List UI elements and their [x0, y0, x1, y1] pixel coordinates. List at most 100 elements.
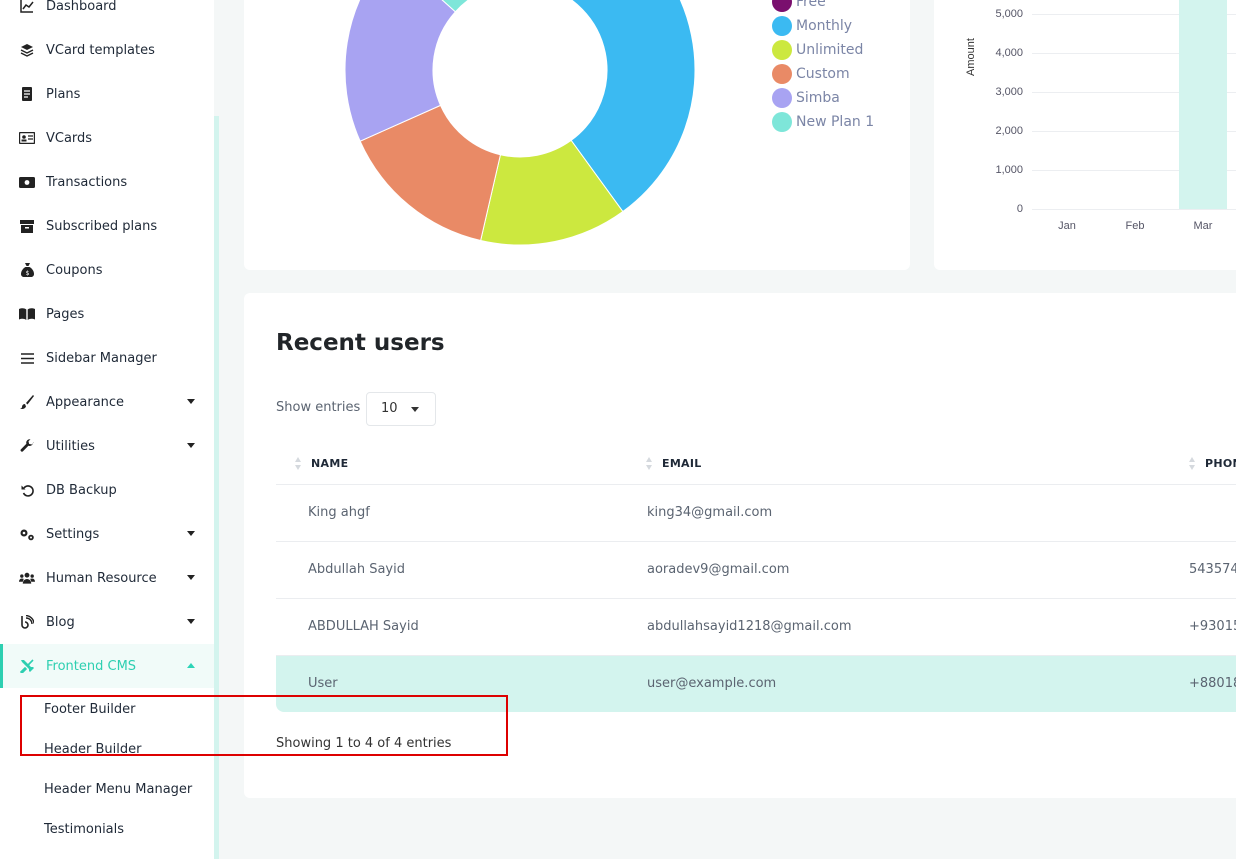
y-tick-label: 0 — [1016, 203, 1023, 215]
tools-icon — [19, 658, 35, 674]
user-phone: 543574 — [1189, 562, 1236, 577]
column-header-email[interactable]: EMAIL — [662, 457, 702, 470]
y-tick-label: 5,000 — [995, 8, 1023, 20]
user-email: abdullahsayid1218@gmail.com — [647, 619, 852, 634]
sidebar-item-appearance[interactable]: Appearance — [0, 380, 214, 424]
table-row[interactable]: King ahgf king34@gmail.com — [276, 484, 1236, 541]
sidebar-item-vcard-templates[interactable]: VCard templates — [0, 28, 214, 72]
sort-icon[interactable] — [1189, 456, 1197, 472]
sidebar-item-label: DB Backup — [46, 482, 117, 498]
chevron-down-icon — [187, 575, 195, 580]
sidebar-item-label: Frontend CMS — [46, 658, 137, 674]
document-icon — [19, 86, 35, 102]
plans-donut-chart — [344, 0, 696, 246]
user-email: king34@gmail.com — [647, 505, 773, 520]
sidebar-item-subscribed-plans[interactable]: Subscribed plans — [0, 204, 214, 248]
legend-dot — [772, 40, 792, 60]
highlight-annotation-box — [20, 695, 508, 756]
sidebar-item-transactions[interactable]: Transactions — [0, 160, 214, 204]
legend-label: Custom — [796, 66, 850, 82]
legend-item-free[interactable]: Free — [772, 0, 826, 12]
users-icon — [19, 570, 35, 586]
chevron-down-icon — [187, 443, 195, 448]
paint-brush-icon — [19, 394, 35, 410]
sidebar-item-label: VCard templates — [46, 42, 155, 58]
sidebar-item-label: Human Resource — [46, 570, 157, 586]
wrench-icon — [19, 438, 35, 454]
sidebar-item-utilities[interactable]: Utilities — [0, 424, 214, 468]
archive-box-icon — [19, 218, 35, 234]
legend-label: Free — [796, 0, 826, 10]
user-name: User — [308, 676, 338, 691]
show-entries-label: Show entries — [276, 400, 361, 415]
user-name: Abdullah Sayid — [308, 562, 405, 577]
legend-label: Monthly — [796, 18, 853, 34]
sidebar-item-label: Plans — [46, 86, 81, 102]
sidebar-item-plans[interactable]: Plans — [0, 72, 214, 116]
legend-item-custom[interactable]: Custom — [772, 64, 850, 84]
sidebar-item-label: Transactions — [46, 174, 128, 190]
sidebar-item-frontend-cms[interactable]: Frontend CMS — [0, 644, 214, 688]
legend-dot — [772, 112, 792, 132]
blog-icon — [19, 614, 35, 630]
sidebar-subitem-header-menu-manager[interactable]: Header Menu Manager — [44, 782, 192, 797]
sidebar-item-dashboard[interactable]: Dashboard — [0, 0, 214, 28]
bar-y-axis-label: Amount — [965, 38, 977, 76]
money-bill-icon — [19, 174, 35, 190]
sidebar-item-vcards[interactable]: VCards — [0, 116, 214, 160]
user-phone: +930158 — [1189, 619, 1236, 634]
chart-line-icon — [19, 0, 35, 14]
sort-icon[interactable] — [295, 456, 303, 472]
sort-icon[interactable] — [646, 456, 654, 472]
chevron-down-icon — [187, 619, 195, 624]
legend-item-unlimited[interactable]: Unlimited — [772, 40, 863, 60]
sidebar-item-db-backup[interactable]: DB Backup — [0, 468, 214, 512]
column-header-phone[interactable]: PHONE — [1205, 457, 1236, 470]
recent-users-title: Recent users — [276, 330, 445, 356]
y-tick-label: 2,000 — [995, 125, 1023, 137]
chevron-down-icon — [187, 399, 195, 404]
user-email: aoradev9@gmail.com — [647, 562, 790, 577]
sidebar-item-human-resource[interactable]: Human Resource — [0, 556, 214, 600]
x-tick-label: Mar — [1193, 220, 1213, 232]
sidebar-item-label: Subscribed plans — [46, 218, 158, 234]
sidebar-item-pages[interactable]: Pages — [0, 292, 214, 336]
list-bars-icon — [19, 350, 35, 366]
sidebar-item-label: Blog — [46, 614, 75, 630]
legend-item-new-plan-1[interactable]: New Plan 1 — [772, 112, 874, 132]
sidebar-item-coupons[interactable]: $ Coupons — [0, 248, 214, 292]
sidebar-item-label: VCards — [46, 130, 93, 146]
bar-mar[interactable] — [1179, 0, 1227, 209]
sidebar-item-label: Pages — [46, 306, 85, 322]
legend-label: New Plan 1 — [796, 114, 875, 130]
sidebar-item-label: Sidebar Manager — [46, 350, 157, 366]
x-tick-label: Jan — [1058, 220, 1076, 232]
sidebar-item-sidebar-manager[interactable]: Sidebar Manager — [0, 336, 214, 380]
layers-icon — [19, 42, 35, 58]
column-header-name[interactable]: NAME — [311, 457, 348, 470]
x-tick-label: Feb — [1125, 220, 1145, 232]
legend-dot — [772, 0, 792, 12]
undo-icon — [19, 482, 35, 498]
sidebar-item-settings[interactable]: Settings — [0, 512, 214, 556]
table-row[interactable]: Abdullah Sayid aoradev9@gmail.com 543574 — [276, 541, 1236, 598]
grid-line — [1032, 209, 1236, 210]
y-tick-label: 4,000 — [995, 47, 1023, 59]
chevron-down-icon — [411, 407, 419, 412]
money-bag-icon: $ — [19, 262, 35, 278]
legend-dot — [772, 64, 792, 84]
table-row[interactable]: ABDULLAH Sayid abdullahsayid1218@gmail.c… — [276, 598, 1236, 655]
entries-per-page-select[interactable]: 10 — [366, 392, 436, 426]
sidebar-item-label: Appearance — [46, 394, 125, 410]
gears-icon — [19, 526, 35, 542]
legend-item-simba[interactable]: Simba — [772, 88, 840, 108]
sidebar-item-blog[interactable]: Blog — [0, 600, 214, 644]
sidebar-item-label: Dashboard — [46, 0, 117, 14]
user-name: ABDULLAH Sayid — [308, 619, 419, 634]
chevron-down-icon — [187, 531, 195, 536]
legend-dot — [772, 88, 792, 108]
sidebar-subitem-testimonials[interactable]: Testimonials — [44, 822, 124, 837]
sidebar-item-label: Settings — [46, 526, 100, 542]
book-open-icon — [19, 306, 35, 322]
legend-item-monthly[interactable]: Monthly — [772, 16, 852, 36]
